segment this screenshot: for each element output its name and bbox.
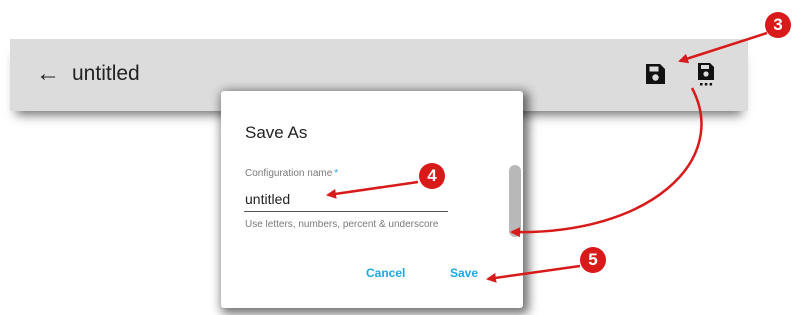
page-title: untitled bbox=[72, 62, 140, 85]
dialog-scrollbar[interactable] bbox=[509, 165, 521, 243]
configuration-name-input[interactable] bbox=[244, 187, 448, 212]
cancel-button[interactable]: Cancel bbox=[366, 266, 405, 280]
scrollbar-thumb[interactable] bbox=[509, 165, 521, 237]
callout-badge-3: 3 bbox=[765, 12, 791, 38]
callout-badge-5: 5 bbox=[580, 247, 606, 273]
save-icon[interactable] bbox=[643, 62, 667, 86]
callout-badge-4: 4 bbox=[419, 163, 445, 189]
save-as-icon[interactable] bbox=[694, 62, 718, 86]
back-nav: ← untitled bbox=[36, 60, 140, 88]
required-mark: * bbox=[334, 168, 339, 179]
left-arrow-icon[interactable]: ← bbox=[36, 62, 60, 86]
save-as-dialog: Save As Configuration name* Use letters,… bbox=[221, 91, 523, 308]
save-button[interactable]: Save bbox=[450, 266, 478, 280]
configuration-name-label: Configuration name * bbox=[245, 168, 338, 179]
field-label-text: Configuration name bbox=[245, 168, 333, 179]
dialog-title: Save As bbox=[245, 123, 308, 142]
field-hint: Use letters, numbers, percent & undersco… bbox=[245, 220, 439, 230]
